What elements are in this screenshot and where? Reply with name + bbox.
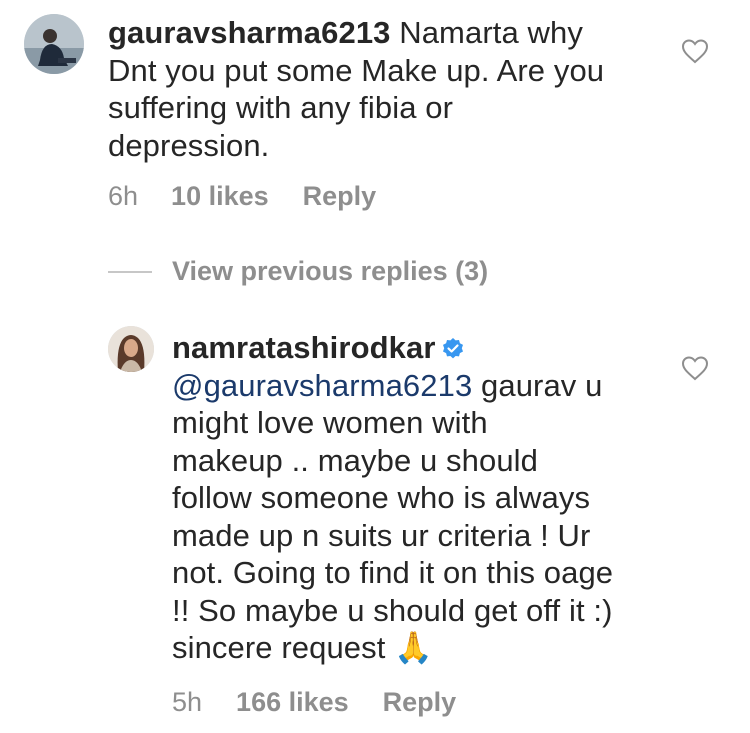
comment-meta: 6h 10 likes Reply (108, 181, 376, 212)
reply-reply-button[interactable]: Reply (383, 687, 457, 718)
reply-text-line7: !! So maybe u should get off it :) (172, 592, 613, 628)
reply-text-line1: gaurav u (472, 367, 603, 403)
folded-hands-emoji: 🙏 (394, 630, 433, 665)
commenter-avatar[interactable] (24, 14, 84, 74)
comment-reply-button[interactable]: Reply (303, 181, 377, 212)
reply-text-line4: follow someone who is always (172, 480, 591, 515)
comment-text-line3: suffering with any fibia or (108, 90, 454, 125)
view-previous-replies[interactable]: View previous replies (3) (108, 256, 488, 287)
reply-avatar[interactable] (108, 326, 154, 372)
comment-likes-count[interactable]: 10 likes (171, 181, 269, 212)
comment-body: gauravsharma6213 Namarta why Dnt you put… (108, 14, 668, 164)
reply-mention-link[interactable]: @gauravsharma6213 (172, 368, 472, 403)
comment-timestamp: 6h (108, 181, 139, 211)
reply-like-button[interactable] (681, 355, 709, 381)
reply-text-line2: might love women with (172, 405, 488, 440)
reply-text-line3: makeup .. maybe u should (172, 442, 538, 478)
user-avatar-icon (108, 326, 154, 372)
verified-badge-icon (441, 337, 465, 361)
reply-username[interactable]: namratashirodkar (172, 330, 435, 365)
reply-text-line5: made up n suits ur criteria ! Ur (172, 517, 591, 553)
heart-outline-icon (681, 356, 709, 381)
comment-text-line1: Namarta why (399, 15, 583, 50)
heart-outline-icon (681, 39, 709, 64)
comment-text-line2: Dnt you put some Make up. Are you (108, 52, 605, 88)
reply-likes-count[interactable]: 166 likes (236, 687, 349, 718)
comment-username[interactable]: gauravsharma6213 (108, 15, 391, 50)
reply-text-line8: sincere request (172, 630, 386, 665)
reply-meta: 5h 166 likes Reply (172, 687, 456, 718)
user-avatar-icon (24, 14, 84, 74)
comment-text-line4: depression. (108, 127, 270, 163)
comment-like-button[interactable] (681, 38, 709, 64)
reply-body: namratashirodkar @gauravsharma6213 gaura… (172, 329, 642, 667)
reply-timestamp: 5h (172, 687, 203, 717)
replies-divider-line (108, 270, 152, 273)
reply-text-line6: not. Going to find it on this oage (172, 555, 614, 590)
view-previous-replies-label[interactable]: View previous replies (3) (172, 256, 488, 287)
